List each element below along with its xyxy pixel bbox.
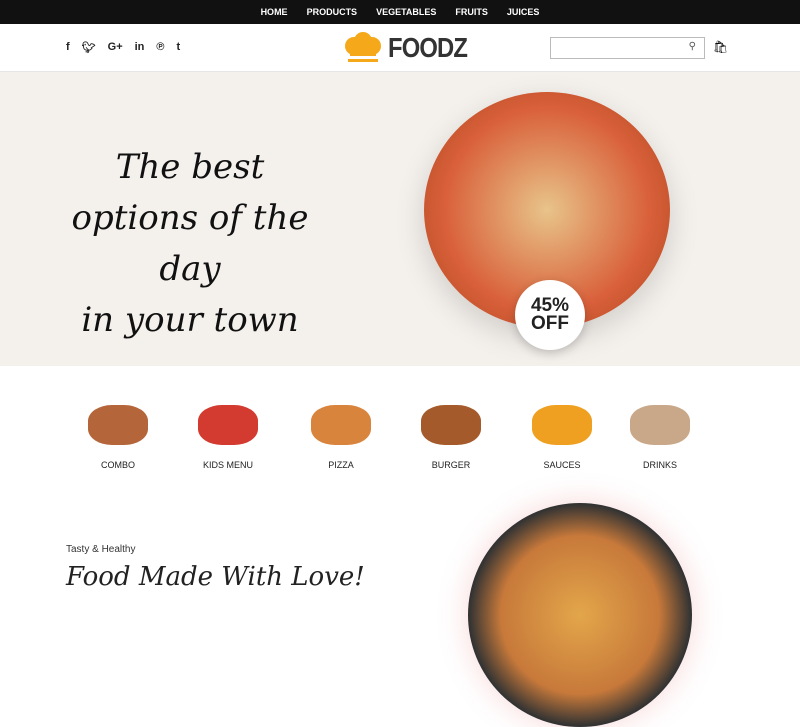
logo-text: FOODZ <box>388 32 468 63</box>
search-input[interactable]: ⚲ <box>550 37 705 59</box>
search-icon[interactable]: ⚲ <box>689 41 696 52</box>
hero-title: The best options of the day in your town <box>71 147 309 340</box>
chef-hat-icon <box>345 32 381 62</box>
category-label: PIZZA <box>328 460 354 470</box>
nav-juices[interactable]: JUICES <box>507 7 540 17</box>
discount-badge: 45% OFF <box>515 280 585 350</box>
category-kids-menu[interactable]: KIDS MENU <box>178 405 278 470</box>
category-label: SAUCES <box>543 460 581 470</box>
tumblr-icon[interactable]: t <box>177 41 181 54</box>
drinks-image <box>630 405 690 445</box>
hero-banner: The best options of the day in your town <box>0 72 800 366</box>
top-nav: HOME PRODUCTS VEGETABLES FRUITS JUICES <box>0 0 800 24</box>
nav-products[interactable]: PRODUCTS <box>307 7 358 17</box>
category-label: BURGER <box>431 460 471 470</box>
category-pizza[interactable]: PIZZA <box>291 405 391 470</box>
nav-vegetables[interactable]: VEGETABLES <box>376 7 436 17</box>
combo-image <box>88 405 148 445</box>
category-label: DRINKS <box>642 460 677 470</box>
facebook-icon[interactable]: f <box>66 41 70 54</box>
category-sauces[interactable]: SAUCES <box>512 405 612 470</box>
twitter-icon[interactable]: 🐦︎ <box>82 41 96 54</box>
google-plus-icon[interactable]: G+ <box>108 41 123 54</box>
category-label: COMBO <box>100 460 135 470</box>
logo[interactable]: FOODZ <box>344 32 481 64</box>
promo-title: Food Made With Love! <box>66 562 365 592</box>
pinterest-icon[interactable]: ℗ <box>156 41 164 54</box>
nav-fruits[interactable]: FRUITS <box>455 7 488 17</box>
category-burger[interactable]: BURGER <box>401 405 501 470</box>
nav-home[interactable]: HOME <box>261 7 288 17</box>
social-links: f 🐦︎ G+ in ℗ t <box>66 41 180 54</box>
sauces-image <box>532 405 592 445</box>
header: f 🐦︎ G+ in ℗ t FOODZ ⚲ 🛍︎ <box>0 24 800 72</box>
kids-menu-image <box>198 405 258 445</box>
promo-tagline: Tasty & Healthy <box>66 544 136 555</box>
cart-icon[interactable]: 🛍︎ <box>713 40 728 54</box>
category-drinks[interactable]: DRINKS <box>610 405 710 470</box>
burger-image <box>421 405 481 445</box>
pizza-thumb-image <box>311 405 371 445</box>
category-label: KIDS MENU <box>202 460 253 470</box>
linkedin-icon[interactable]: in <box>135 41 145 54</box>
category-combo[interactable]: COMBO <box>68 405 168 470</box>
noodle-bowl-image <box>468 503 692 727</box>
